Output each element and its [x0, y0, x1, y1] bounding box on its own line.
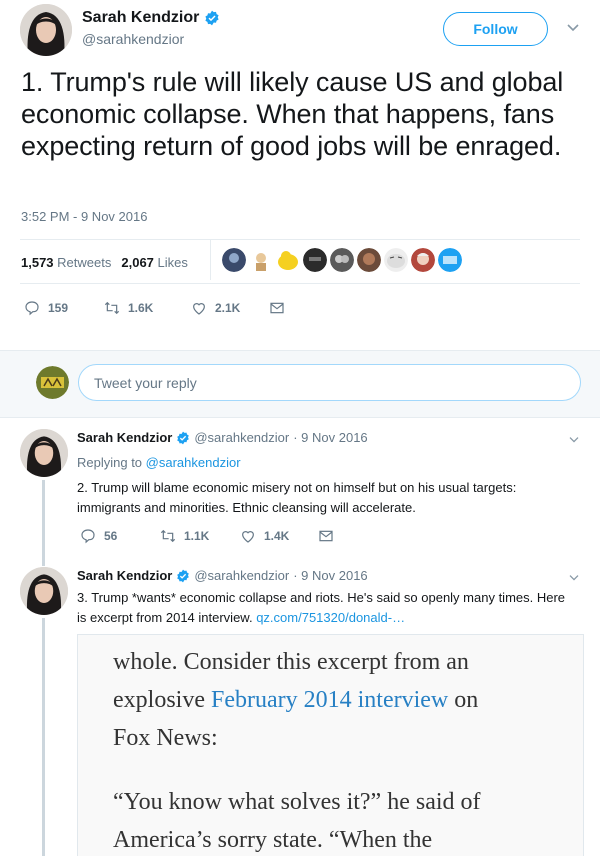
author-handle[interactable]: @sarahkendzior [82, 31, 184, 47]
thread-line [42, 480, 45, 566]
card-line: America’s sorry state. “When the [113, 827, 433, 853]
reply-author-avatar[interactable] [20, 429, 68, 477]
like-button[interactable]: 1.4K [240, 528, 318, 544]
liker-avatar[interactable] [303, 248, 327, 272]
reply-count: 159 [48, 301, 69, 315]
like-icon [193, 303, 205, 315]
likers-avatars [222, 248, 462, 272]
reply-date[interactable]: · 9 Nov 2016 [293, 430, 367, 445]
like-count: 1.4K [264, 529, 290, 543]
liker-avatar[interactable] [249, 248, 273, 272]
liker-avatar[interactable] [438, 248, 462, 272]
verified-badge-icon [177, 431, 190, 444]
liker-avatar[interactable] [411, 248, 435, 272]
card-link[interactable]: February 2014 interview [211, 687, 448, 713]
stats-separator [210, 240, 211, 280]
link-preview-card[interactable]: whole. Consider this excerpt from an exp… [77, 634, 584, 856]
likes-stat[interactable]: 2,067 Likes [121, 255, 188, 270]
author-name[interactable]: Sarah Kendzior [82, 9, 199, 27]
current-user-avatar[interactable] [36, 366, 69, 399]
retweets-stat[interactable]: 1,573 Retweets [21, 255, 111, 270]
like-count: 2.1K [215, 301, 241, 315]
retweet-icon [160, 529, 176, 543]
reply-button[interactable]: 56 [80, 528, 160, 544]
tweet-text: 1. Trump's rule will likely cause US and… [21, 67, 564, 161]
reply-header: Sarah Kendzior @sarahkendzior · 9 Nov 20… [77, 568, 368, 583]
reply-button[interactable]: 159 [24, 300, 104, 316]
reply-icon [25, 301, 39, 316]
reply-input[interactable]: Tweet your reply [78, 364, 581, 401]
retweet-count: 1.1K [184, 529, 210, 543]
verified-badge-icon [177, 569, 190, 582]
reply-header: Sarah Kendzior @sarahkendzior · 9 Nov 20… [77, 430, 368, 445]
retweets-count: 1,573 [21, 255, 54, 270]
author-avatar[interactable] [20, 4, 72, 56]
card-text: explosive [113, 687, 205, 713]
direct-message-button[interactable] [318, 528, 334, 544]
liker-avatar[interactable] [276, 248, 300, 272]
reply-count: 56 [104, 529, 118, 543]
retweet-button[interactable]: 1.6K [104, 300, 191, 316]
divider [20, 283, 580, 284]
reply-author-name[interactable]: Sarah Kendzior [77, 430, 172, 445]
chevron-down-icon[interactable] [568, 569, 580, 585]
chevron-down-icon[interactable] [568, 431, 580, 447]
replying-to-prefix: Replying to [77, 455, 143, 470]
likes-count: 2,067 [121, 255, 154, 270]
replying-to: Replying to @sarahkendzior [77, 455, 241, 470]
liker-avatar[interactable] [384, 248, 408, 272]
retweet-icon [104, 301, 120, 315]
tweet-actions: 159 1.6K 2.1K [24, 300, 285, 316]
retweets-label: Retweets [57, 255, 112, 270]
author-name-row[interactable]: Sarah Kendzior [82, 9, 220, 27]
follow-button[interactable]: Follow [443, 12, 548, 46]
reply-icon [81, 529, 95, 544]
reply-author-name[interactable]: Sarah Kendzior [77, 568, 172, 583]
thread-line [42, 618, 45, 856]
liker-avatar[interactable] [330, 248, 354, 272]
direct-message-button[interactable] [269, 300, 285, 316]
chevron-down-icon[interactable] [566, 20, 580, 36]
reply-author-handle[interactable]: @sarahkendzior [194, 430, 289, 445]
reply-text-block: 3. Trump *wants* economic collapse and r… [77, 588, 577, 628]
liker-avatar[interactable] [357, 248, 381, 272]
card-line: explosive February 2014 interview on [113, 681, 583, 719]
like-icon [242, 531, 254, 543]
tweet-stats: 1,573 Retweets 2,067 Likes [21, 255, 188, 270]
reply-author-avatar[interactable] [20, 567, 68, 615]
reply-date[interactable]: · 9 Nov 2016 [293, 568, 367, 583]
like-button[interactable]: 2.1K [191, 300, 269, 316]
reply-actions: 56 1.1K 1.4K [80, 528, 334, 544]
card-line: “You know what solves it?” he said of [113, 789, 481, 815]
tweet-timestamp[interactable]: 3:52 PM - 9 Nov 2016 [21, 209, 147, 224]
reply-link[interactable]: qz.com/751320/donald-… [256, 610, 405, 625]
replying-to-link[interactable]: @sarahkendzior [146, 455, 241, 470]
card-text: on [454, 687, 479, 713]
direct-message-icon [319, 530, 333, 542]
card-line: whole. Consider this excerpt from an [113, 649, 469, 675]
retweet-button[interactable]: 1.1K [160, 528, 240, 544]
retweet-count: 1.6K [128, 301, 154, 315]
divider [20, 239, 580, 240]
liker-avatar[interactable] [222, 248, 246, 272]
direct-message-icon [270, 302, 284, 314]
reply-author-handle[interactable]: @sarahkendzior [194, 568, 289, 583]
card-line: Fox News: [113, 725, 218, 751]
verified-badge-icon [205, 10, 219, 26]
reply-text: 2. Trump will blame economic misery not … [77, 480, 517, 515]
likes-label: Likes [157, 255, 188, 270]
